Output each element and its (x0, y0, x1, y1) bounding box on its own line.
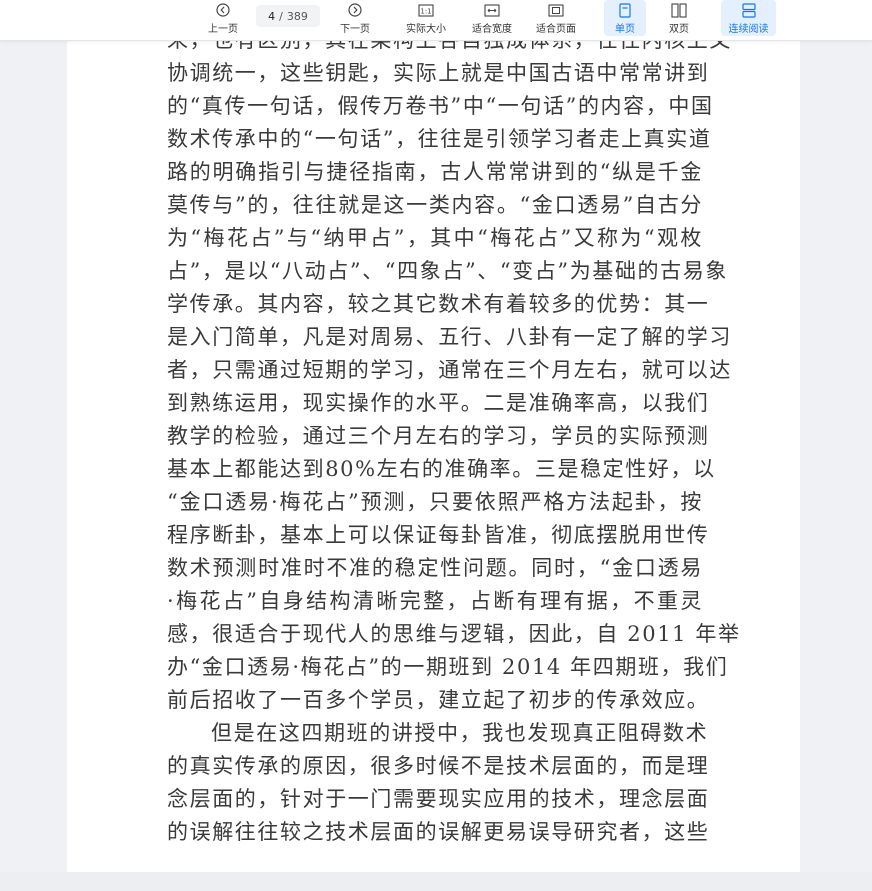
text-line: 的误解往往较之技术层面的误解更易误导研究者，这些 (167, 820, 710, 844)
continuous-reading-label: 连续阅读 (728, 24, 769, 35)
page-text-body: 来，也有区别，其在某构上各自独成体系，往往内核上又 协调统一，这些钥匙，实际上就… (167, 24, 741, 849)
fit-page-label: 适合页面 (536, 24, 576, 35)
text-line: 前后招收了一百多个学员，建立起了初步的传承效应。 (167, 688, 710, 712)
actual-size-button[interactable]: 1:1 实际大小 (400, 0, 452, 36)
text-line: 基本上都能达到80%左右的准确率。三是稳定性好，以 (167, 457, 716, 481)
continuous-reading-button[interactable]: 连续阅读 (721, 0, 776, 36)
fit-page-button[interactable]: 适合页面 (530, 0, 582, 36)
text-line: 但是在这四期班的讲授中，我也发现真正阻碍数术 (211, 721, 709, 745)
double-page-label: 双页 (669, 24, 689, 35)
page-separator: / (279, 9, 283, 23)
arrow-left-circle-icon (216, 1, 230, 19)
text-line: 为“梅花占”与“纳甲占”，其中“梅花占”又称为“观枚 (167, 226, 703, 250)
text-line: 数术预测时准时不准的稳定性问题。同时，“金口透易 (167, 556, 703, 580)
prev-page-button[interactable]: 上一页 (200, 0, 246, 36)
text-line: 到熟练运用，现实操作的水平。二是准确率高，以我们 (167, 391, 710, 415)
actual-size-icon: 1:1 (418, 1, 434, 19)
text-line: 的真实传承的原因，很多时候不是技术层面的，而是理 (167, 754, 710, 778)
text-line: 莫传与”的，往往就是这一类内容。“金口透易”自古分 (167, 193, 703, 217)
document-page: 来，也有区别，其在某构上各自独成体系，往往内核上又 协调统一，这些钥匙，实际上就… (67, 28, 800, 872)
prev-page-label: 上一页 (208, 24, 238, 35)
fit-page-icon (548, 1, 564, 19)
bottom-gap (0, 872, 872, 891)
next-page-label: 下一页 (340, 24, 370, 35)
fit-width-icon (484, 1, 500, 19)
single-page-icon (619, 1, 631, 19)
text-line: 教学的检验，通过三个月左右的学习，学员的实际预测 (167, 424, 710, 448)
actual-size-label: 实际大小 (406, 24, 446, 35)
single-page-label: 单页 (615, 24, 635, 35)
text-line: 数术传承中的“一句话”，往往是引领学习者走上真实道 (167, 127, 712, 151)
text-line: 念层面的，针对于一门需要现实应用的技术，理念层面 (167, 787, 710, 811)
double-page-button[interactable]: 双页 (658, 0, 700, 36)
arrow-right-circle-icon (348, 1, 362, 19)
page-number-box[interactable]: 4 / 389 (256, 5, 320, 27)
double-page-icon (671, 1, 687, 19)
text-line: 感，很适合于现代人的思维与逻辑，因此，自 2011 年举 (167, 622, 741, 646)
text-line: 的“真传一句话，假传万卷书”中“一句话”的内容，中国 (167, 94, 714, 118)
text-line: 学传承。其内容，较之其它数术有着较多的优势：其一 (167, 292, 710, 316)
current-page-input[interactable]: 4 (268, 10, 275, 23)
reader-toolbar: 上一页 4 / 389 下一页 1:1 实际大小 适合宽度 适合页面 单页 双页… (0, 0, 872, 41)
text-line: 程序断卦，基本上可以保证每卦皆准，彻底摆脱用世传 (167, 523, 710, 547)
text-line: 办“金口透易·梅花占”的一期班到 2014 年四期班，我们 (167, 655, 729, 679)
text-line: ·梅花占”自身结构清晰完整，占断有理有据，不重灵 (167, 589, 703, 613)
fit-width-button[interactable]: 适合宽度 (466, 0, 518, 36)
text-line: 者，只需通过短期的学习，通常在三个月左右，就可以达 (167, 358, 732, 382)
text-line: “金口透易·梅花占”预测，只要依照严格方法起卦，按 (167, 490, 703, 514)
continuous-reading-icon (741, 1, 756, 19)
text-line: 是入门简单，凡是对周易、五行、八卦有一定了解的学习 (167, 325, 732, 349)
text-line: 路的明确指引与捷径指南，古人常常讲到的“纵是千金 (167, 160, 703, 184)
single-page-button[interactable]: 单页 (604, 0, 646, 36)
text-line: 占”，是以“八动占”、“四象占”、“变占”为基础的古易象 (167, 259, 728, 283)
total-pages: 389 (286, 9, 308, 23)
next-page-button[interactable]: 下一页 (332, 0, 378, 36)
fit-width-label: 适合宽度 (472, 24, 512, 35)
text-line: 协调统一，这些钥匙，实际上就是中国古语中常常讲到 (167, 61, 710, 85)
svg-text:1:1: 1:1 (420, 7, 431, 15)
